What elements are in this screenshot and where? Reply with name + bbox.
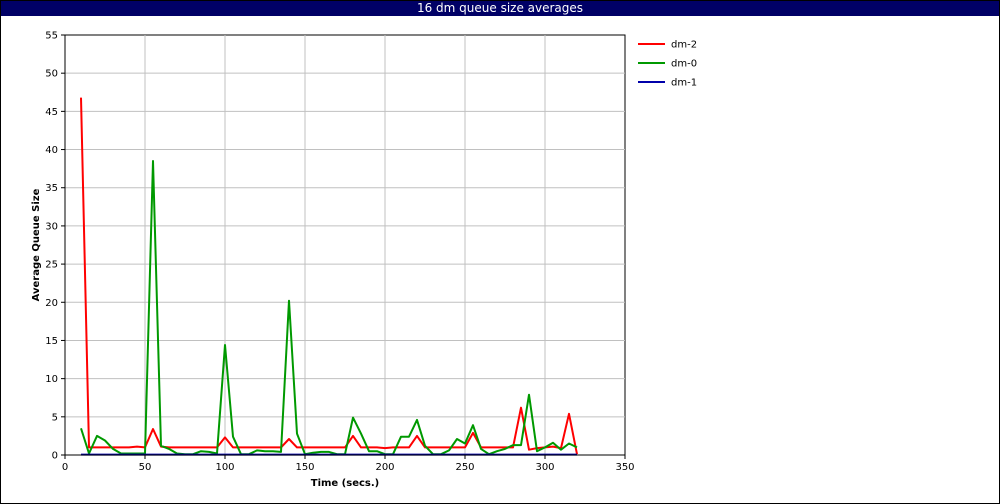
y-tick-label: 0 [52, 451, 58, 462]
legend-item-dm-0: dm-0 [638, 59, 697, 70]
y-tick-label: 30 [45, 221, 58, 232]
x-tick-label: 150 [295, 462, 314, 473]
x-tick-label: 350 [615, 462, 634, 473]
y-tick-label: 15 [45, 336, 58, 347]
y-tick-label: 5 [52, 412, 58, 423]
y-axis-label: Average Queue Size [31, 188, 42, 301]
x-tick-label: 50 [139, 462, 152, 473]
plot-area [64, 34, 626, 456]
x-tick-label: 300 [535, 462, 554, 473]
legend-label: dm-2 [671, 40, 697, 51]
legend-label: dm-0 [671, 59, 697, 70]
grid [64, 34, 626, 456]
y-tick-label: 40 [45, 145, 58, 156]
x-tick-label: 200 [375, 462, 394, 473]
legend-label: dm-1 [671, 78, 697, 89]
chart-canvas: 0 50 100 150 200 250 300 350 0 5 10 15 20 25 30 35 40 45 5… [31, 31, 697, 490]
y-tick-label: 35 [45, 183, 58, 194]
y-tick-label: 10 [45, 374, 58, 385]
y-tick-label: 50 [45, 69, 58, 80]
x-tick-label: 250 [455, 462, 474, 473]
legend-item-dm-2: dm-2 [638, 40, 697, 51]
x-tick-label: 100 [215, 462, 234, 473]
legend: dm-2 dm-0 dm-1 [638, 40, 697, 89]
x-axis-label: Time (secs.) [311, 478, 380, 489]
y-tick-label: 25 [45, 260, 58, 271]
y-tick-label: 20 [45, 298, 58, 309]
legend-item-dm-1: dm-1 [638, 78, 697, 89]
y-tick-label: 45 [45, 107, 58, 118]
x-tick-label: 0 [62, 462, 68, 473]
y-tick-label: 55 [45, 31, 58, 42]
